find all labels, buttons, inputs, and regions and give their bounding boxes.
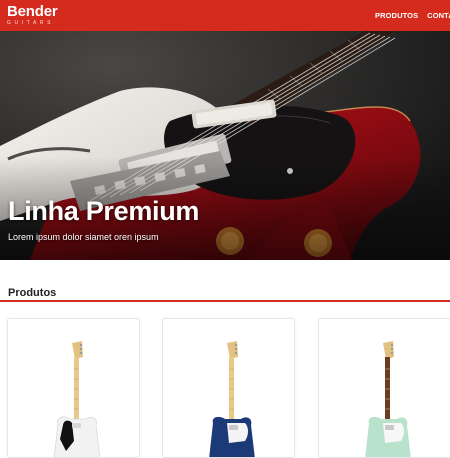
- hero-title: Linha Premium: [8, 196, 200, 226]
- product-image-black-telecaster: [53, 341, 101, 457]
- brand-tagline: GUITARS: [7, 20, 55, 26]
- brand-logo[interactable]: Bender GUITARS: [7, 3, 58, 26]
- brand-name: Bender: [7, 3, 58, 20]
- nav-link-produtos[interactable]: PRODUTOS: [375, 11, 418, 20]
- hero-subtitle: Lorem ipsum dolor siamet oren ipsum: [8, 232, 159, 242]
- product-card[interactable]: [318, 318, 450, 458]
- nav-link-contato[interactable]: CONTATO: [427, 11, 450, 20]
- top-navbar: Bender GUITARS PRODUTOS CONTATO: [0, 0, 450, 31]
- products-divider: [0, 300, 450, 302]
- product-image-mint-telecaster: [365, 341, 411, 457]
- hero-banner: Linha Premium Lorem ipsum dolor siamet o…: [0, 31, 450, 260]
- main-nav: PRODUTOS CONTATO: [375, 0, 450, 31]
- product-card[interactable]: [7, 318, 140, 458]
- product-card[interactable]: [162, 318, 295, 458]
- products-heading: Produtos: [8, 287, 57, 299]
- product-image-blue-telecaster: [209, 341, 255, 457]
